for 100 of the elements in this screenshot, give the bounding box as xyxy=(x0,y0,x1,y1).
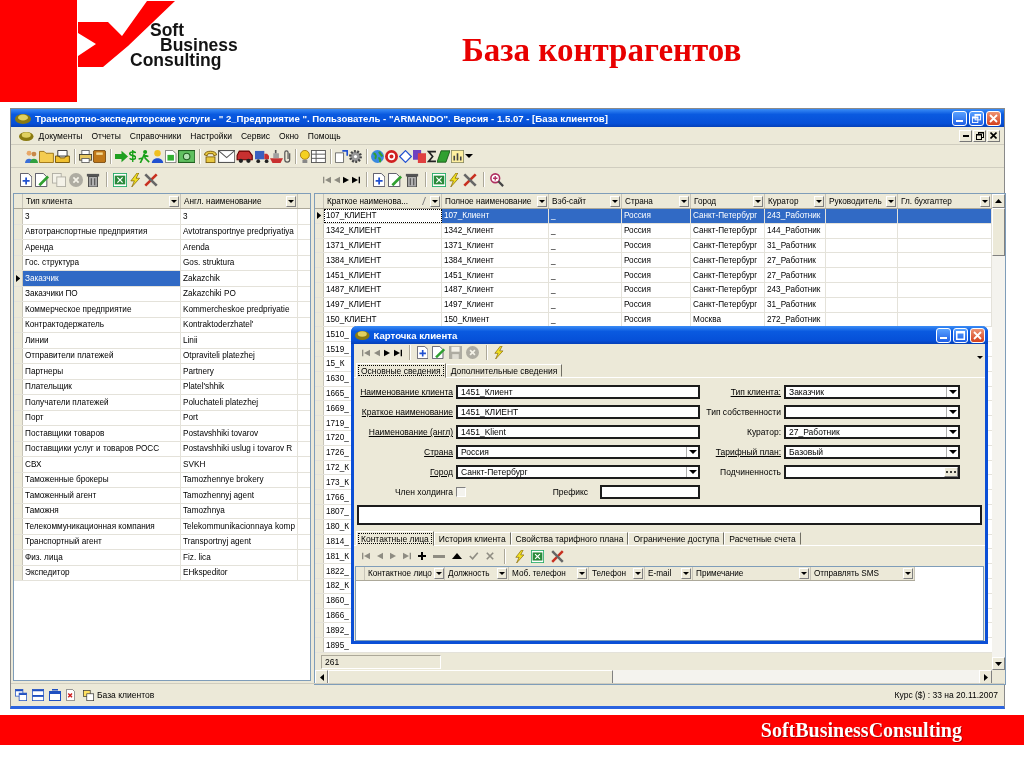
menu-item[interactable]: Документы xyxy=(34,129,87,142)
gear-icon[interactable] xyxy=(348,149,362,163)
menu-item[interactable]: Настройки xyxy=(186,129,236,142)
dropdown-button[interactable] xyxy=(946,407,958,417)
caret-icon[interactable] xyxy=(465,154,474,158)
trash-icon[interactable] xyxy=(86,172,101,187)
chart-icon[interactable] xyxy=(451,149,465,163)
cards-icon[interactable] xyxy=(412,149,426,163)
lightning-icon[interactable] xyxy=(449,172,460,187)
column-header[interactable]: Вэб-сайт xyxy=(549,194,622,208)
dropdown-field[interactable]: Санкт-Петербург xyxy=(456,465,700,479)
envelope-icon[interactable] xyxy=(217,149,236,163)
phone-icon[interactable] xyxy=(203,149,217,163)
menu-item[interactable]: Справочники xyxy=(125,129,186,142)
column-header[interactable]: Моб. телефон xyxy=(509,567,589,580)
caret-icon[interactable] xyxy=(977,355,983,359)
close-button[interactable] xyxy=(987,129,1000,142)
minimize-button[interactable] xyxy=(959,129,972,142)
scroll-right-button[interactable] xyxy=(979,670,992,684)
edit-document-icon[interactable] xyxy=(388,172,403,187)
scroll-down-button[interactable] xyxy=(992,657,1005,670)
dropdown-button[interactable] xyxy=(686,447,698,457)
tab[interactable]: Дополнительные сведения xyxy=(445,364,563,377)
column-header[interactable]: Краткое наименова... xyxy=(324,194,442,208)
dropdown-button[interactable] xyxy=(686,467,698,477)
printer-icon[interactable] xyxy=(78,149,92,163)
diamond-icon[interactable] xyxy=(398,149,412,163)
tile-windows-icon[interactable] xyxy=(32,689,44,701)
paperclip-icon[interactable] xyxy=(284,149,291,163)
column-header[interactable]: Куратор xyxy=(765,194,826,208)
add-document-icon[interactable] xyxy=(417,346,429,359)
dropdown-button[interactable] xyxy=(946,427,958,437)
menu-item[interactable]: Отчеты xyxy=(87,129,125,142)
dropdown-field[interactable] xyxy=(784,405,960,419)
add-document-icon[interactable] xyxy=(373,172,386,187)
window-button[interactable]: База клиентов xyxy=(80,688,158,702)
people-icon[interactable] xyxy=(25,149,38,163)
arrow-right-icon[interactable] xyxy=(114,149,128,163)
field-label[interactable]: Тип клиента: xyxy=(730,387,781,397)
column-header[interactable]: Англ. наименование xyxy=(181,194,298,208)
tab[interactable]: Ограничение доступа xyxy=(628,532,725,545)
field-label[interactable]: Краткое наименование xyxy=(361,407,453,417)
text-field[interactable]: 1451_Клиент xyxy=(456,385,700,399)
field-label[interactable]: Наименование (англ) xyxy=(368,427,453,437)
triangle-up-icon[interactable] xyxy=(452,553,462,559)
notes-field[interactable] xyxy=(357,505,982,525)
next-record-icon[interactable] xyxy=(384,348,390,357)
truck-icon[interactable] xyxy=(254,149,270,163)
column-header[interactable]: Город xyxy=(691,194,765,208)
running-person-icon[interactable] xyxy=(137,149,151,163)
last-record-icon[interactable] xyxy=(352,175,360,184)
dollar-icon[interactable] xyxy=(128,150,137,162)
globe-icon[interactable] xyxy=(370,149,384,163)
menu-item[interactable]: Окно xyxy=(275,129,303,142)
column-header[interactable]: Контактное лицо xyxy=(365,567,445,580)
table-icon[interactable] xyxy=(310,149,326,163)
banknote-icon[interactable] xyxy=(177,149,195,163)
text-field[interactable]: 1451_Klient xyxy=(456,425,700,439)
vertical-scrollbar[interactable] xyxy=(992,194,1005,670)
scrollbar-thumb[interactable] xyxy=(328,670,613,684)
tab[interactable]: Свойства тарифного плана xyxy=(510,532,629,545)
trash-icon[interactable] xyxy=(405,172,420,187)
tab[interactable]: Расчетные счета xyxy=(724,532,801,545)
eraser-icon[interactable] xyxy=(437,149,451,163)
dropdown-button[interactable] xyxy=(946,447,958,457)
field-label[interactable]: Страна xyxy=(424,447,453,457)
text-field[interactable]: 1451_КЛИЕНТ xyxy=(456,405,700,419)
tray-icon[interactable] xyxy=(54,149,70,163)
cascade-windows-icon[interactable] xyxy=(15,689,27,701)
column-header[interactable]: E-mail xyxy=(645,567,693,580)
tab[interactable]: История клиента xyxy=(433,532,511,545)
close-document-icon[interactable] xyxy=(66,689,75,701)
edit-document-icon[interactable] xyxy=(432,346,446,359)
dropdown-field[interactable]: Россия xyxy=(456,445,700,459)
column-header[interactable]: Страна xyxy=(622,194,691,208)
lightning-icon[interactable] xyxy=(130,172,141,187)
row-header[interactable] xyxy=(14,271,23,286)
menu-item[interactable]: Помощь xyxy=(303,129,345,142)
spreadsheet-icon[interactable] xyxy=(432,172,447,187)
document-icon[interactable] xyxy=(165,149,177,163)
field-label[interactable]: Город xyxy=(430,467,453,477)
column-header[interactable]: Полное наименование xyxy=(442,194,549,208)
sum-icon[interactable] xyxy=(426,149,437,163)
dropdown-field[interactable]: Заказчик xyxy=(784,385,960,399)
column-header[interactable]: Телефон xyxy=(589,567,645,580)
app-icon[interactable] xyxy=(19,130,34,141)
lightning-icon[interactable] xyxy=(494,346,505,359)
zoom-in-icon[interactable] xyxy=(489,172,504,187)
next-record-icon[interactable] xyxy=(343,175,349,184)
browse-button[interactable] xyxy=(944,467,958,477)
column-header[interactable]: Отправлять SMS xyxy=(811,567,915,580)
dropdown-button[interactable] xyxy=(946,387,958,397)
scroll-up-button[interactable] xyxy=(992,194,1005,208)
tab[interactable]: Основные сведения xyxy=(356,363,446,378)
last-record-icon[interactable] xyxy=(394,348,402,357)
maximize-button[interactable] xyxy=(953,327,968,343)
field-label[interactable]: Наименование клиента xyxy=(360,387,453,397)
horizontal-scrollbar[interactable] xyxy=(315,670,992,684)
book-icon[interactable] xyxy=(92,149,106,163)
person-icon[interactable] xyxy=(151,149,165,163)
